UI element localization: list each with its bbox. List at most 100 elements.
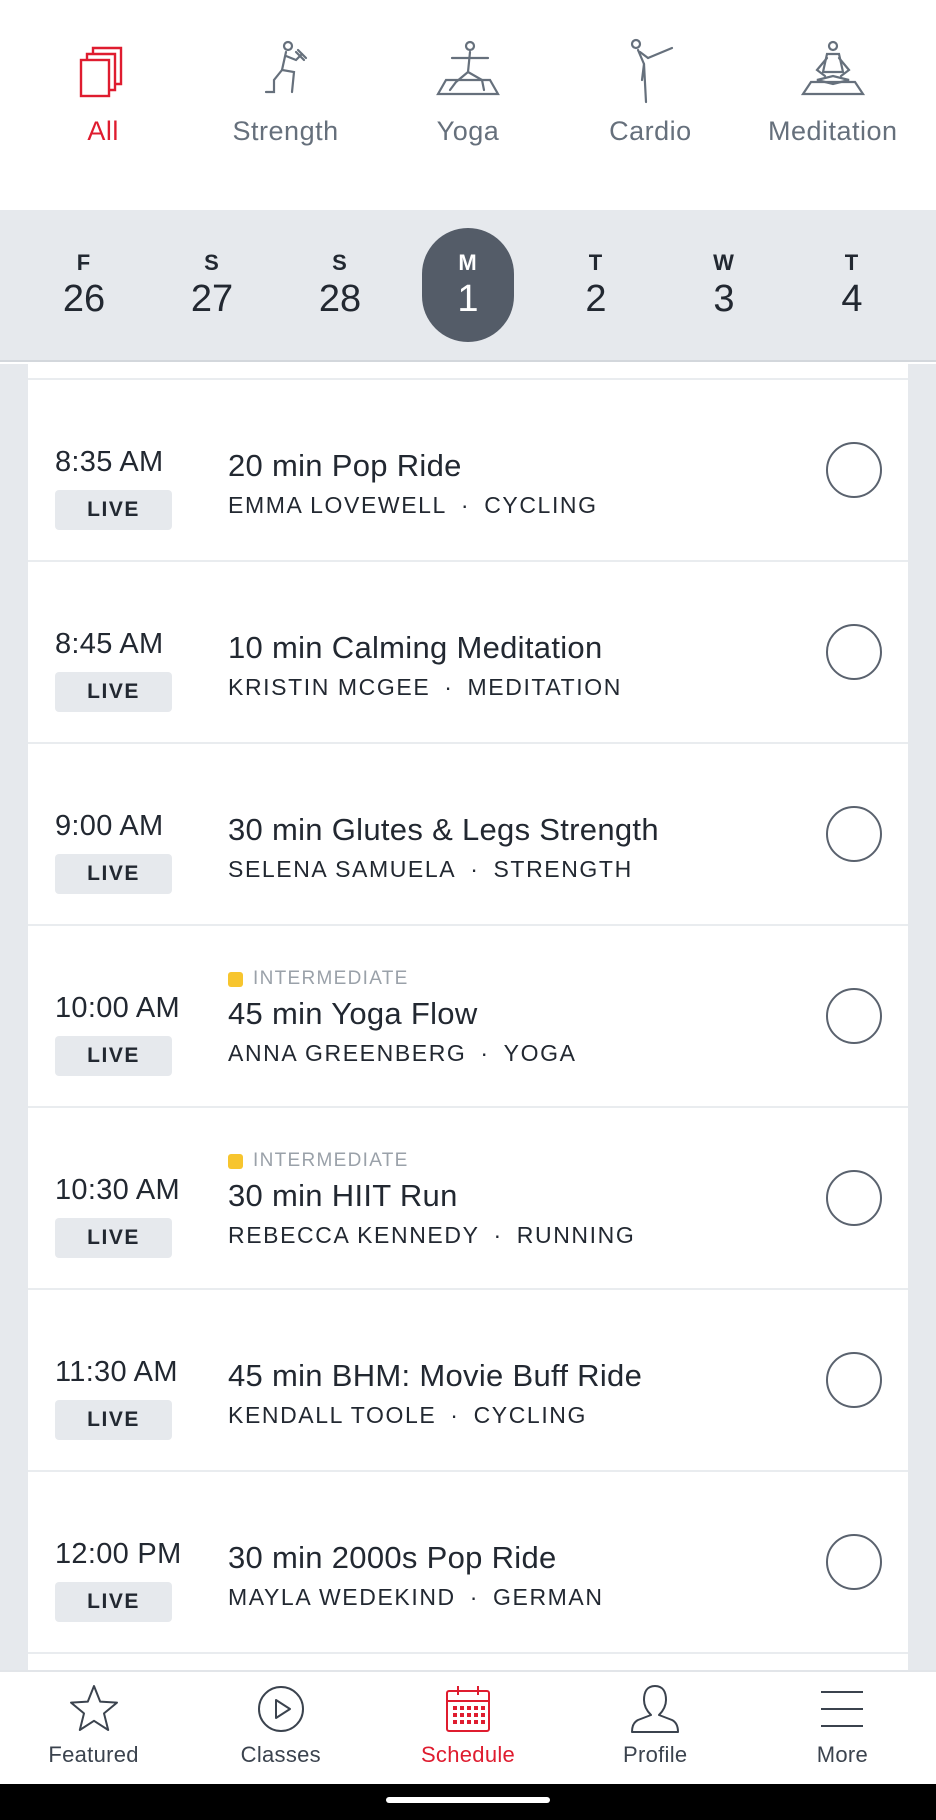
star-icon: [69, 1685, 118, 1731]
meditation-icon: [800, 40, 865, 96]
class-meta: SELENA SAMUELA · STRENGTH: [228, 856, 633, 883]
bookmark-circle-button[interactable]: [826, 624, 882, 680]
day-number: 2: [585, 277, 607, 320]
class-title: 45 min BHM: Movie Buff Ride: [228, 1358, 643, 1393]
nav-label: Profile: [622, 1742, 688, 1767]
day-button[interactable]: F 26: [20, 210, 148, 360]
meta-separator: ·: [460, 492, 471, 518]
play-circle-icon: [257, 1686, 304, 1732]
bookmark-circle-button[interactable]: [826, 1534, 882, 1590]
difficulty-level: INTERMEDIATE: [228, 1150, 409, 1172]
class-time: 9:00 AM: [55, 810, 164, 842]
home-gesture-pill[interactable]: [386, 1797, 550, 1803]
day-letter: M: [458, 249, 478, 275]
class-time: 10:00 AM: [55, 992, 180, 1024]
system-nav-bar: [0, 1784, 936, 1820]
class-title: 10 min Calming Meditation: [228, 630, 603, 665]
category-meditation[interactable]: Meditation: [748, 36, 918, 210]
day-letter: S: [332, 249, 348, 275]
bookmark-circle-button[interactable]: [826, 806, 882, 862]
instructor-name: KRISTIN MCGEE: [228, 674, 431, 700]
live-badge: LIVE: [55, 1036, 172, 1076]
cardio-icon: [631, 38, 674, 104]
live-badge: LIVE: [55, 672, 172, 712]
class-category: CYCLING: [484, 492, 598, 518]
nav-label: Schedule: [420, 1742, 516, 1767]
stacked-squares-icon: [79, 46, 123, 98]
class-row[interactable]: 10:30 AM LIVE INTERMEDIATE 30 min HIIT R…: [28, 1108, 908, 1290]
intermediate-dot: [228, 971, 243, 987]
live-badge: LIVE: [55, 490, 172, 530]
class-meta: ANNA GREENBERG · YOGA: [228, 1040, 577, 1067]
class-meta: KRISTIN MCGEE · MEDITATION: [228, 674, 622, 701]
live-badge: LIVE: [55, 1400, 172, 1440]
class-row[interactable]: 12:00 PM LIVE 30 min 2000s Pop Ride MAYL…: [28, 1472, 908, 1654]
menu-icon: [821, 1691, 864, 1727]
class-row[interactable]: 8:35 AM LIVE 20 min Pop Ride EMMA LOVEWE…: [28, 380, 908, 562]
class-category: MEDITATION: [467, 674, 622, 700]
day-selector: F 26 S 27 S 28 M 1 T 2 W 3 T 4: [0, 210, 936, 362]
nav-label: More: [816, 1742, 869, 1767]
day-number: 4: [841, 277, 863, 320]
instructor-name: REBECCA KENNEDY: [228, 1222, 480, 1248]
meta-separator: ·: [470, 856, 480, 882]
day-letter: T: [588, 249, 604, 275]
meta-separator: ·: [450, 1402, 460, 1428]
nav-classes[interactable]: Classes: [187, 1672, 374, 1784]
bottom-nav: Featured Classes Schedule Profile More: [0, 1670, 936, 1784]
day-button-selected[interactable]: M 1: [404, 210, 532, 360]
class-row[interactable]: 8:45 AM LIVE 10 min Calming Meditation K…: [28, 562, 908, 744]
live-badge: LIVE: [55, 1218, 172, 1258]
bookmark-circle-button[interactable]: [826, 1352, 882, 1408]
class-time: 8:45 AM: [55, 628, 164, 660]
nav-more[interactable]: More: [749, 1672, 936, 1784]
class-title: 20 min Pop Ride: [228, 448, 462, 483]
day-button[interactable]: S 28: [276, 210, 404, 360]
category-label: Cardio: [609, 116, 692, 146]
class-meta: EMMA LOVEWELL · CYCLING: [228, 492, 598, 519]
instructor-name: ANNA GREENBERG: [228, 1040, 467, 1066]
list-item-partial: [28, 364, 908, 380]
day-button[interactable]: T 4: [788, 210, 916, 360]
live-badge: LIVE: [55, 1582, 172, 1622]
instructor-name: MAYLA WEDEKIND: [228, 1584, 456, 1610]
class-category: RUNNING: [516, 1222, 636, 1248]
intermediate-dot: [228, 1153, 243, 1169]
nav-label: Featured: [48, 1742, 139, 1767]
category-all[interactable]: All: [18, 36, 188, 210]
day-button[interactable]: S 27: [148, 210, 276, 360]
category-yoga[interactable]: Yoga: [383, 36, 553, 210]
class-time: 12:00 PM: [55, 1538, 182, 1570]
class-category: STRENGTH: [493, 856, 633, 882]
strength-icon: [264, 40, 307, 94]
nav-profile[interactable]: Profile: [562, 1672, 749, 1784]
class-row[interactable]: 9:00 AM LIVE 30 min Glutes & Legs Streng…: [28, 744, 908, 926]
bookmark-circle-button[interactable]: [826, 1170, 882, 1226]
class-title: 30 min 2000s Pop Ride: [228, 1540, 557, 1575]
bookmark-circle-button[interactable]: [826, 988, 882, 1044]
day-number: 3: [713, 277, 735, 320]
day-button[interactable]: T 2: [532, 210, 660, 360]
class-row[interactable]: 11:30 AM LIVE 45 min BHM: Movie Buff Rid…: [28, 1290, 908, 1472]
category-strength[interactable]: Strength: [201, 36, 371, 210]
day-letter: F: [76, 249, 92, 275]
nav-schedule[interactable]: Schedule: [374, 1672, 561, 1784]
category-cardio[interactable]: Cardio: [565, 36, 735, 210]
class-time: 11:30 AM: [55, 1356, 178, 1388]
nav-featured[interactable]: Featured: [0, 1672, 187, 1784]
day-button[interactable]: W 3: [660, 210, 788, 360]
day-number: 27: [190, 277, 234, 320]
class-list-scroll[interactable]: 8:35 AM LIVE 20 min Pop Ride EMMA LOVEWE…: [0, 364, 936, 1670]
category-label: Meditation: [767, 116, 898, 146]
class-category: YOGA: [503, 1040, 577, 1066]
class-row[interactable]: 10:00 AM LIVE INTERMEDIATE 45 min Yoga F…: [28, 926, 908, 1108]
class-category: CYCLING: [473, 1402, 588, 1428]
bookmark-circle-button[interactable]: [826, 442, 882, 498]
meta-separator: ·: [444, 674, 454, 700]
day-letter: W: [713, 249, 735, 275]
class-time: 8:35 AM: [55, 446, 164, 478]
level-label: INTERMEDIATE: [253, 968, 409, 989]
level-label: INTERMEDIATE: [253, 1150, 409, 1171]
category-label: Yoga: [436, 116, 500, 146]
day-letter: S: [204, 249, 220, 275]
